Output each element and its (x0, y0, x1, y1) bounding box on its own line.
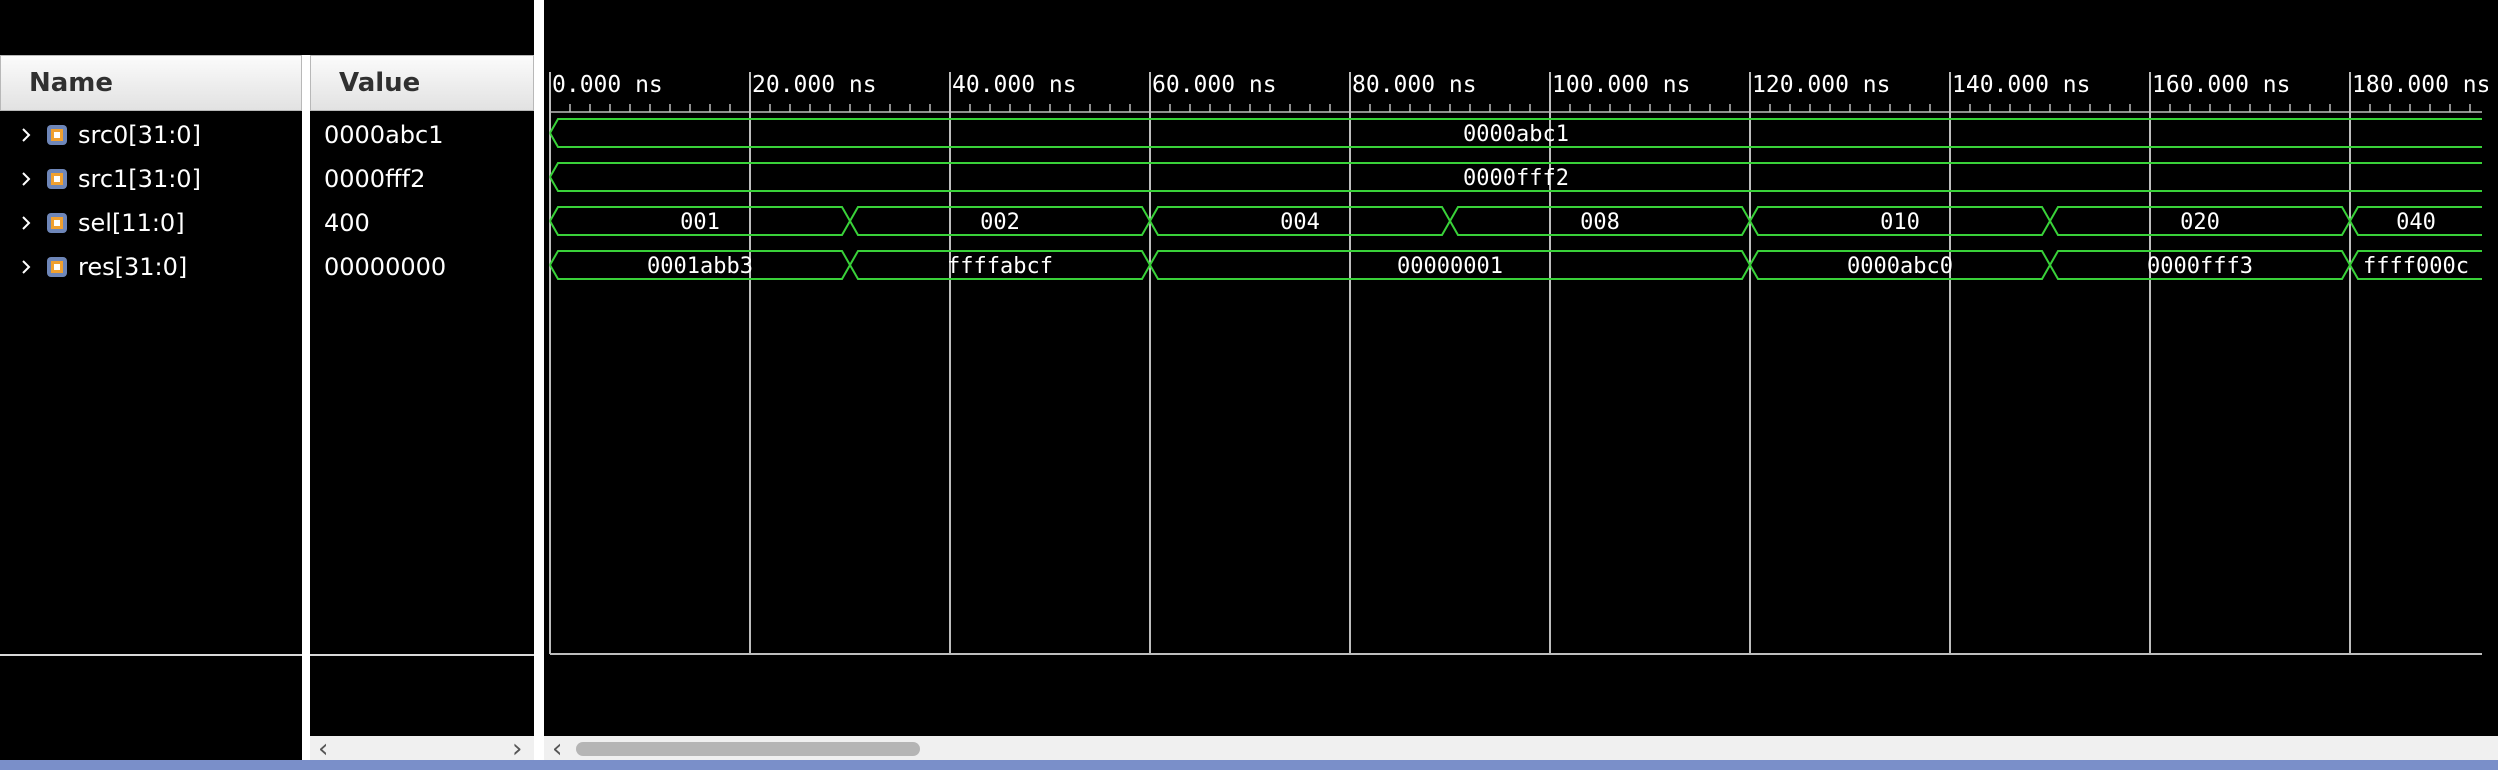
chevron-right-icon[interactable] (18, 171, 34, 187)
bus-value-label: 0000fff2 (1463, 166, 1569, 191)
signal-row-src0[interactable]: src0[31:0] (0, 113, 302, 157)
time-ruler-label: 100.000 ns (1552, 72, 1690, 98)
column-divider[interactable] (302, 55, 310, 760)
value-panel-divider (310, 654, 534, 656)
waveform-viewer: Name Value src0[31:0] src1[31:0] sel[11:… (0, 0, 2498, 770)
waveform-area[interactable]: 0.000 ns 20.000 ns 40.000 ns 60.000 ns 80.00… (544, 0, 2488, 740)
signal-value: 00000000 (324, 253, 447, 281)
bus-value-label: 008 (1580, 210, 1620, 235)
bus-value-label: 004 (1280, 210, 1320, 235)
name-header-label: Name (29, 68, 114, 98)
time-ruler-label: 160.000 ns (2152, 72, 2290, 98)
signal-name: sel[11:0] (78, 209, 185, 237)
signal-name: src1[31:0] (78, 165, 201, 193)
bus-value-label: 0001abb3 (647, 254, 753, 279)
bus-value-label: 0000fff3 (2147, 254, 2253, 279)
time-ruler-label: 0.000 ns (552, 72, 663, 98)
time-ruler-label: 120.000 ns (1752, 72, 1890, 98)
time-ruler-label: 180.000 ns (2352, 72, 2488, 98)
signal-name: src0[31:0] (78, 121, 201, 149)
value-scrollbar[interactable] (310, 736, 534, 760)
signal-row-sel[interactable]: sel[11:0] (0, 201, 302, 245)
signal-row-src1[interactable]: src1[31:0] (0, 157, 302, 201)
time-ruler-label: 140.000 ns (1952, 72, 2090, 98)
window-bottom-border (0, 760, 2498, 770)
chevron-left-icon[interactable]: ‹ (318, 736, 328, 762)
chevron-right-icon[interactable] (18, 215, 34, 231)
chevron-right-icon[interactable] (18, 259, 34, 275)
bus-value-label: 001 (680, 210, 720, 235)
chevron-right-icon[interactable]: › (512, 736, 522, 762)
name-column-header[interactable]: Name (0, 55, 302, 111)
bus-value-label: ffffabcf (947, 254, 1053, 279)
time-ruler-label: 80.000 ns (1352, 72, 1477, 98)
time-ruler-label: 20.000 ns (752, 72, 877, 98)
signal-value: 0000fff2 (324, 165, 426, 193)
bus-value-label: 00000001 (1397, 254, 1503, 279)
signal-name: res[31:0] (78, 253, 188, 281)
time-ruler-label: 40.000 ns (952, 72, 1077, 98)
signal-value: 0000abc1 (324, 121, 444, 149)
signal-value: 400 (324, 209, 370, 237)
bus-value-label: 010 (1880, 210, 1920, 235)
bus-signal-icon (47, 125, 67, 145)
signal-row-res[interactable]: res[31:0] (0, 245, 302, 289)
bus-value-label: 0000abc1 (1463, 122, 1569, 147)
chevron-right-icon[interactable] (18, 127, 34, 143)
scrollbar-thumb[interactable] (576, 742, 920, 756)
bus-signal-icon (47, 169, 67, 189)
bus-signal-icon (47, 257, 67, 277)
chevron-left-icon[interactable]: ‹ (552, 736, 562, 762)
bus-value-label: 040 (2396, 210, 2436, 235)
bus-value-label: 0000abc0 (1847, 254, 1953, 279)
bus-signal-icon (47, 213, 67, 233)
panel-divider[interactable] (534, 0, 544, 760)
bus-value-label: 002 (980, 210, 1020, 235)
time-ruler-label: 60.000 ns (1152, 72, 1277, 98)
bus-value-label: 020 (2180, 210, 2220, 235)
name-panel-divider (0, 654, 302, 656)
bus-value-label: ffff000c (2363, 254, 2469, 279)
value-column-header[interactable]: Value (310, 55, 534, 111)
value-header-label: Value (339, 68, 421, 98)
